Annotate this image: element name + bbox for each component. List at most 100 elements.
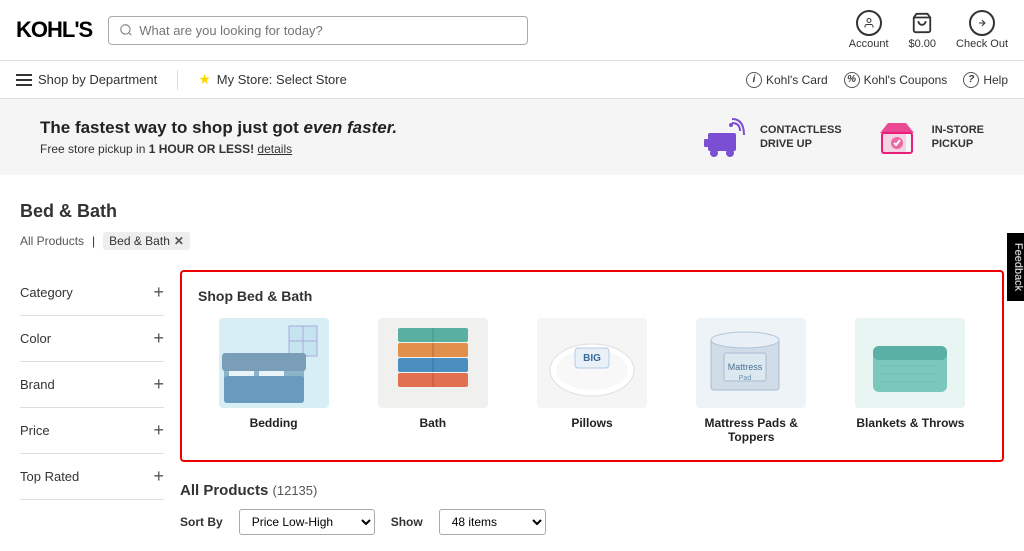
shop-bed-bath-section: Shop Bed & Bath <box>180 270 1004 462</box>
cart-label: $0.00 <box>909 38 937 50</box>
color-filter-label: Color <box>20 331 51 346</box>
bath-image <box>378 318 488 408</box>
banner-subtext: Free store pickup in 1 HOUR OR LESS! det… <box>40 142 397 156</box>
top-rated-filter[interactable]: Top Rated + <box>20 454 164 500</box>
account-button[interactable]: Account <box>849 10 889 50</box>
sort-select[interactable]: Price Low-High Price High-Low Top Rated … <box>239 509 375 535</box>
kohls-card-icon: i <box>746 72 762 88</box>
top-rated-filter-label: Top Rated <box>20 469 79 484</box>
brand-filter[interactable]: Brand + <box>20 362 164 408</box>
brand-expand-icon: + <box>153 374 164 395</box>
shop-section-title: Shop Bed & Bath <box>198 288 986 304</box>
nav-right: i Kohl's Card % Kohl's Coupons ? Help <box>746 72 1008 88</box>
in-store-pickup: IN-STOREPICKUP <box>872 115 984 159</box>
department-label: Shop by Department <box>38 72 157 87</box>
blankets-label: Blankets & Throws <box>856 416 964 430</box>
svg-text:BIG: BIG <box>583 353 601 364</box>
store-selector[interactable]: ★ My Store: Select Store <box>198 71 347 88</box>
breadcrumbs: All Products | Bed & Bath ✕ <box>20 232 1004 250</box>
page-content: Bed & Bath All Products | Bed & Bath ✕ C… <box>0 185 1024 551</box>
blankets-category[interactable]: Blankets & Throws <box>835 318 986 444</box>
bath-svg <box>378 318 488 408</box>
bath-category[interactable]: Bath <box>357 318 508 444</box>
sort-row: Sort By Price Low-High Price High-Low To… <box>180 509 1004 535</box>
page-title: Bed & Bath <box>20 201 1004 222</box>
main-layout: Category + Color + Brand + Price + Top R… <box>20 270 1004 535</box>
products-count: (12135) <box>273 483 318 498</box>
header-actions: Account $0.00 Check Out <box>849 10 1008 50</box>
svg-text:Mattress: Mattress <box>728 362 763 372</box>
hamburger-icon <box>16 74 32 86</box>
pillows-category[interactable]: BIG Pillows <box>516 318 667 444</box>
checkout-button[interactable]: Check Out <box>956 10 1008 50</box>
bedding-category[interactable]: Bedding <box>198 318 349 444</box>
banner-details-link[interactable]: details <box>257 142 292 156</box>
account-label: Account <box>849 38 889 50</box>
search-input[interactable] <box>139 23 517 38</box>
kohls-logo: KOHL'S <box>16 17 92 43</box>
top-rated-expand-icon: + <box>153 466 164 487</box>
contactless-label: CONTACTLESSDRIVE UP <box>760 123 842 152</box>
star-icon: ★ <box>198 71 211 88</box>
sidebar: Category + Color + Brand + Price + Top R… <box>20 270 180 535</box>
color-filter[interactable]: Color + <box>20 316 164 362</box>
cart-button[interactable]: $0.00 <box>909 10 937 50</box>
banner-text: The fastest way to shop just got even fa… <box>40 118 397 156</box>
breadcrumb-separator: | <box>92 234 95 248</box>
header: KOHL'S Account $0.00 <box>0 0 1024 61</box>
chip-label: Bed & Bath <box>109 234 170 248</box>
search-bar[interactable] <box>108 16 528 45</box>
nav-divider <box>177 70 178 90</box>
contactless-icon <box>700 115 750 159</box>
show-label: Show <box>391 515 423 529</box>
pickup-label: IN-STOREPICKUP <box>932 123 984 152</box>
mattress-svg: Mattress Pad <box>696 318 806 408</box>
remove-filter-icon[interactable]: ✕ <box>174 234 184 248</box>
nav-left: Shop by Department ★ My Store: Select St… <box>16 70 347 90</box>
blankets-image <box>855 318 965 408</box>
pickup-icon <box>872 115 922 159</box>
price-expand-icon: + <box>153 420 164 441</box>
account-icon <box>856 10 882 36</box>
bed-bath-filter-chip[interactable]: Bed & Bath ✕ <box>103 232 190 250</box>
mattress-category[interactable]: Mattress Pad Mattress Pads & Toppers <box>676 318 827 444</box>
shop-categories: Bedding <box>198 318 986 444</box>
kohls-card-link[interactable]: i Kohl's Card <box>746 72 828 88</box>
products-header: All Products (12135) <box>180 482 1004 499</box>
checkout-icon <box>969 10 995 36</box>
checkout-label: Check Out <box>956 38 1008 50</box>
category-filter-label: Category <box>20 285 73 300</box>
feedback-tab[interactable]: Feedback <box>1007 232 1024 300</box>
products-title: All Products (12135) <box>180 482 317 499</box>
shop-section-wrapper: Shop Bed & Bath <box>180 270 1004 535</box>
category-filter[interactable]: Category + <box>20 270 164 316</box>
bedding-image <box>219 318 329 408</box>
show-select[interactable]: 48 items 96 items 144 items <box>439 509 546 535</box>
feedback-label: Feedback <box>1012 242 1024 290</box>
promo-banner: The fastest way to shop just got even fa… <box>0 99 1024 175</box>
help-icon: ? <box>963 72 979 88</box>
kohls-coupons-link[interactable]: % Kohl's Coupons <box>844 72 948 88</box>
mattress-label: Mattress Pads & Toppers <box>705 416 798 444</box>
coupons-icon: % <box>844 72 860 88</box>
all-products-breadcrumb[interactable]: All Products <box>20 234 84 248</box>
search-icon <box>119 23 133 37</box>
department-menu[interactable]: Shop by Department <box>16 72 157 87</box>
kohls-card-label: Kohl's Card <box>766 73 828 87</box>
help-link[interactable]: ? Help <box>963 72 1008 88</box>
pillows-svg: BIG <box>537 318 647 408</box>
contactless-drive-up: CONTACTLESSDRIVE UP <box>700 115 842 159</box>
help-label: Help <box>983 73 1008 87</box>
color-expand-icon: + <box>153 328 164 349</box>
pillows-image: BIG <box>537 318 647 408</box>
cart-icon <box>909 10 935 36</box>
svg-text:Pad: Pad <box>739 375 752 382</box>
banner-headline: The fastest way to shop just got even fa… <box>40 118 397 138</box>
blankets-svg <box>855 318 965 408</box>
brand-filter-label: Brand <box>20 377 55 392</box>
mattress-image: Mattress Pad <box>696 318 806 408</box>
category-expand-icon: + <box>153 282 164 303</box>
banner-icons: CONTACTLESSDRIVE UP IN-STOREPICKUP <box>700 115 984 159</box>
nav-bar: Shop by Department ★ My Store: Select St… <box>0 61 1024 99</box>
price-filter[interactable]: Price + <box>20 408 164 454</box>
